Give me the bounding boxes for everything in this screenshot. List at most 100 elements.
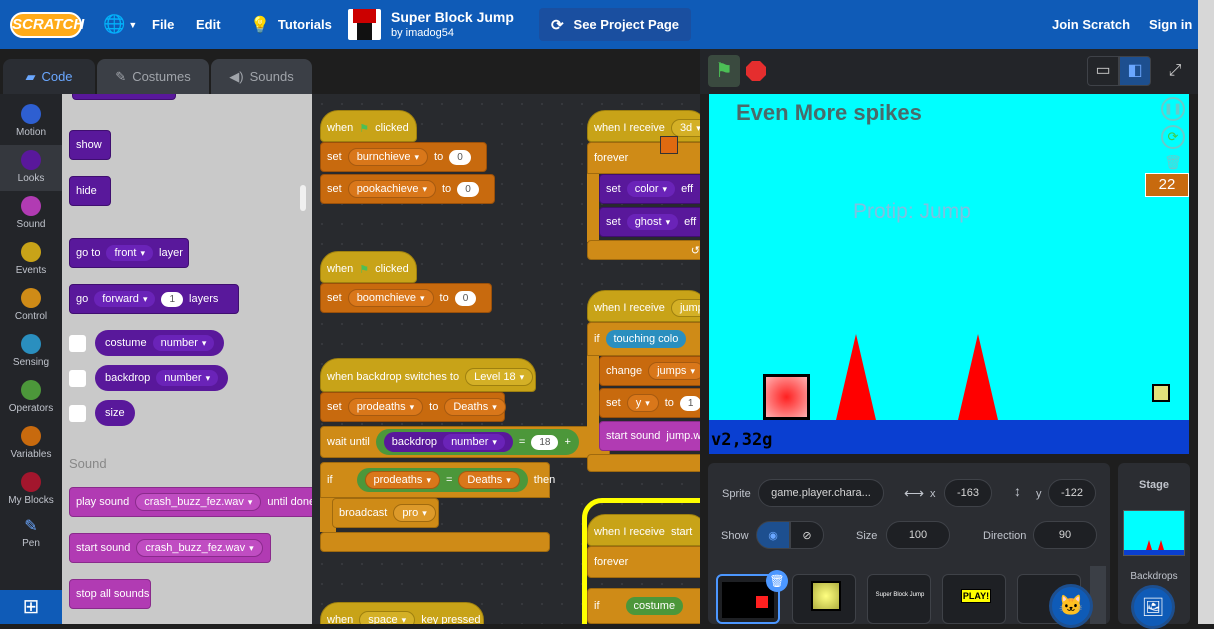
scratch-logo[interactable]: SCRATCH <box>10 12 84 38</box>
variable-dropdown[interactable]: y <box>626 394 659 412</box>
layers-input[interactable]: 1 <box>161 291 184 307</box>
add-extension-button[interactable]: ⊞ <box>0 590 62 624</box>
block-wait-until[interactable]: wait until backdrop number = 18 + <box>320 426 610 458</box>
value-input[interactable]: 0 <box>449 149 471 165</box>
stop-button[interactable] <box>746 61 766 81</box>
sound-dropdown[interactable]: crash_buzz_fez.wav <box>135 493 262 511</box>
category-pen[interactable]: ✎ Pen <box>0 513 62 559</box>
pause-icon[interactable]: ❚❚ <box>1161 97 1185 121</box>
reporter-costume[interactable]: costume number <box>95 330 225 356</box>
size-field[interactable]: 100 <box>886 521 950 549</box>
join-scratch-link[interactable]: Join Scratch <box>1052 0 1130 49</box>
block-set-variable[interactable]: set y to 1 <box>599 388 700 418</box>
block-start-sound[interactable]: start sound jump.w <box>599 421 700 451</box>
sign-in-link[interactable]: Sign in <box>1149 0 1192 49</box>
stage-canvas[interactable]: Even More spikes Protip: Jump v2,32g ❚❚ … <box>709 94 1189 454</box>
category-looks[interactable]: Looks <box>0 145 62 191</box>
value-input[interactable]: 18 <box>531 434 559 450</box>
effect-dropdown[interactable]: color <box>626 181 676 197</box>
stage-selector-pane[interactable]: Stage Backdrops 🖼 <box>1118 463 1190 629</box>
costume-dropdown[interactable]: number <box>152 335 215 351</box>
variable-dropdown[interactable]: burnchieve <box>347 148 429 166</box>
block-set-variable[interactable]: set boomchieve to 0 <box>320 283 492 313</box>
backdrop-dropdown[interactable]: number <box>443 434 505 450</box>
category-motion[interactable]: Motion <box>0 99 62 145</box>
category-sound[interactable]: Sound <box>0 191 62 237</box>
see-project-page-button[interactable]: ⟳ See Project Page <box>539 8 691 41</box>
block-go-to-layer[interactable]: go to front layer <box>69 238 189 268</box>
player-sprite[interactable] <box>763 374 810 420</box>
key-dropdown[interactable]: space <box>359 611 416 624</box>
message-dropdown[interactable]: start <box>671 526 692 538</box>
hat-when-key-pressed[interactable]: when space key pressed <box>320 602 484 624</box>
sprite-thumbnail[interactable] <box>792 574 856 624</box>
category-operators[interactable]: Operators <box>0 375 62 421</box>
block-change-variable[interactable]: change jumps <box>599 356 700 386</box>
block-stop-all-sounds[interactable]: stop all sounds <box>69 579 151 609</box>
value-input[interactable]: 1 <box>679 395 700 411</box>
operator-equals[interactable]: backdrop number = 18 + <box>375 429 579 455</box>
deaths-reporter[interactable]: Deaths <box>444 398 506 416</box>
small-stage-button[interactable]: ▭ <box>1087 56 1119 86</box>
backdrop-dropdown[interactable]: number <box>156 370 219 386</box>
prodeaths-reporter[interactable]: prodeaths <box>364 471 440 489</box>
hat-when-flag-clicked[interactable]: when ⚑ clicked <box>320 110 417 142</box>
block-forever[interactable]: forever <box>587 546 700 578</box>
category-variables[interactable]: Variables <box>0 421 62 467</box>
x-field[interactable]: -163 <box>944 479 992 507</box>
window-scrollbar[interactable] <box>1198 0 1214 624</box>
category-sensing[interactable]: Sensing <box>0 329 62 375</box>
palette-scrollbar[interactable] <box>300 185 306 211</box>
tab-sounds[interactable]: ◀) Sounds <box>211 59 312 94</box>
hat-when-backdrop-switches[interactable]: when backdrop switches to Level 18 <box>320 358 536 392</box>
hat-when-i-receive[interactable]: when I receive start <box>587 514 700 546</box>
reporter-backdrop[interactable]: backdrop number <box>95 365 229 391</box>
block-go-layers[interactable]: go forward 1 layers <box>69 284 239 314</box>
variable-dropdown[interactable]: boomchieve <box>347 289 434 307</box>
direction-dropdown[interactable]: forward <box>94 291 156 307</box>
variable-dropdown[interactable]: pookachieve <box>347 180 436 198</box>
costume-reporter[interactable]: costume <box>625 597 684 615</box>
file-menu[interactable]: File <box>152 0 174 49</box>
tab-code[interactable]: ▰ Code <box>3 59 95 94</box>
fullscreen-button[interactable]: ⤢ <box>1160 56 1190 86</box>
block-set-effect[interactable]: set ghost eff <box>599 207 700 237</box>
tutorials-button[interactable]: 💡 Tutorials <box>250 0 332 49</box>
language-menu[interactable]: 🌐 ▼ <box>103 0 137 49</box>
show-hidden-button[interactable]: ⊘ <box>790 521 824 549</box>
costume-checkbox[interactable] <box>69 335 86 352</box>
delete-sprite-button[interactable]: 🗑 <box>766 570 788 592</box>
hat-when-flag-clicked[interactable]: when ⚑ clicked <box>320 251 417 283</box>
tab-costumes[interactable]: ✎ Costumes <box>97 59 209 94</box>
value-input[interactable]: 0 <box>457 181 479 197</box>
large-stage-button[interactable]: ◧ <box>1119 56 1151 86</box>
block-show[interactable]: show <box>69 130 111 160</box>
backdrop-dropdown[interactable]: Level 18 <box>465 368 534 386</box>
sprite-thumbnail-selected[interactable]: 🗑 <box>716 570 788 624</box>
block-play-sound-until-done[interactable]: play sound crash_buzz_fez.wav until done <box>69 487 312 517</box>
y-field[interactable]: -122 <box>1048 479 1096 507</box>
variable-dropdown[interactable]: prodeaths <box>347 398 424 416</box>
block-if[interactable]: if costume <box>587 588 700 624</box>
block-start-sound[interactable]: start sound crash_buzz_fez.wav <box>69 533 271 563</box>
backdrop-checkbox[interactable] <box>69 370 86 387</box>
block-set-variable[interactable]: set prodeaths to Deaths <box>320 392 506 422</box>
sprite-list-scrollbar[interactable] <box>1090 566 1106 624</box>
sprite-thumbnail[interactable]: Super Block Jump <box>867 574 931 624</box>
block-set-effect[interactable]: set color eff <box>599 174 700 204</box>
message-dropdown[interactable]: pro <box>393 504 436 522</box>
deaths-reporter[interactable]: Deaths <box>458 471 520 489</box>
block-broadcast[interactable]: broadcast pro <box>332 498 439 528</box>
restart-icon[interactable]: ⟳ <box>1161 125 1185 149</box>
sound-dropdown[interactable]: crash_buzz_fez.wav <box>136 539 263 557</box>
message-dropdown[interactable]: jump <box>670 299 700 317</box>
touching-color-reporter[interactable]: touching colo <box>605 330 687 348</box>
sprite-name-field[interactable]: game.player.chara... <box>758 479 884 507</box>
block-hide[interactable]: hide <box>69 176 111 206</box>
variable-dropdown[interactable]: jumps <box>648 362 700 380</box>
edit-menu[interactable]: Edit <box>196 0 221 49</box>
value-input[interactable]: 0 <box>454 290 477 306</box>
block-set-variable[interactable]: set burnchieve to 0 <box>320 142 487 172</box>
operator-equals[interactable]: prodeaths = Deaths <box>356 468 528 492</box>
show-visible-button[interactable]: ◉ <box>756 521 790 549</box>
